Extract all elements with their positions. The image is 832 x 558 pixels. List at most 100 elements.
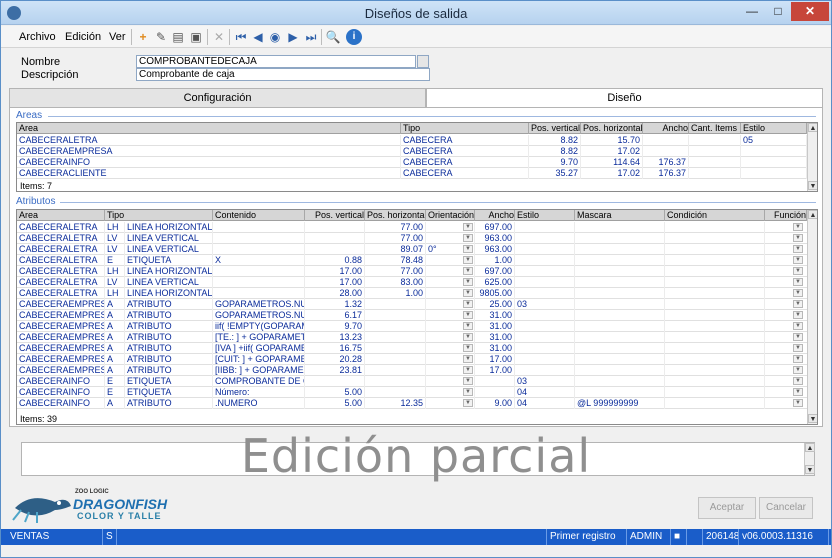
- grid-cell[interactable]: CABECERALETRA: [17, 288, 105, 299]
- table-row[interactable]: CABECERALETRA LH LINEA HORIZONTAL 77.00 697.…: [17, 222, 807, 233]
- grid-cell[interactable]: 1.00: [365, 288, 426, 299]
- grid-cell[interactable]: CABECERALETRA: [17, 222, 105, 233]
- column-header[interactable]: Orientación: [426, 210, 475, 221]
- grid-cell[interactable]: 77.00: [365, 233, 426, 244]
- edit-icon[interactable]: ✎: [153, 29, 169, 45]
- grid-cell[interactable]: 77.00: [365, 222, 426, 233]
- grid-cell[interactable]: [213, 222, 305, 233]
- grid-cell[interactable]: CABECERALETRA: [17, 244, 105, 255]
- scroll-down-icon[interactable]: ▼: [808, 414, 817, 423]
- dropdown-arrow-icon[interactable]: ▼: [793, 223, 803, 231]
- dropdown-arrow-icon[interactable]: ▼: [463, 300, 473, 308]
- column-header[interactable]: Pos. vertical: [305, 210, 365, 221]
- dropdown-arrow-icon[interactable]: ▼: [463, 388, 473, 396]
- grid-cell[interactable]: A: [105, 321, 125, 332]
- grid-cell[interactable]: 31.00: [475, 332, 515, 343]
- grid-cell[interactable]: [689, 157, 741, 168]
- grid-cell[interactable]: ATRIBUTO: [125, 354, 213, 365]
- dropdown-arrow-icon[interactable]: ▼: [463, 245, 473, 253]
- dropdown-arrow-icon[interactable]: ▼: [793, 388, 803, 396]
- menu-ver[interactable]: Ver: [109, 31, 126, 43]
- table-row[interactable]: CABECERALETRA LV LINEA VERTICAL 17.00 83.00 6…: [17, 277, 807, 288]
- grid-cell[interactable]: [213, 288, 305, 299]
- grid-cell[interactable]: A: [105, 354, 125, 365]
- grid-cell[interactable]: LINEA VERTICAL: [125, 277, 213, 288]
- grid-cell[interactable]: 9.70: [529, 157, 581, 168]
- dropdown-arrow-icon[interactable]: ▼: [793, 278, 803, 286]
- grid-cell[interactable]: CABECERAEMPRESA: [17, 332, 105, 343]
- dropdown-arrow-icon[interactable]: ▼: [793, 366, 803, 374]
- table-row[interactable]: CABECERAINFO A ATRIBUTO .NUMERO 5.00 12.35 9.0…: [17, 398, 807, 409]
- areas-grid[interactable]: Area Tipo Pos. vertical Pos. horizontal …: [16, 122, 818, 192]
- grid-cell[interactable]: 03: [515, 376, 575, 387]
- grid-cell[interactable]: CABECERA: [401, 135, 529, 146]
- tab-diseno[interactable]: Diseño: [426, 88, 823, 108]
- grid-cell[interactable]: 03: [515, 299, 575, 310]
- grid-cell[interactable]: [665, 321, 765, 332]
- areas-scrollbar[interactable]: ▲ ▼: [807, 123, 817, 191]
- grid-cell[interactable]: CABECERAEMPRESA: [17, 321, 105, 332]
- grid-cell[interactable]: 16.75: [305, 343, 365, 354]
- grid-cell[interactable]: [665, 376, 765, 387]
- grid-cell[interactable]: [365, 354, 426, 365]
- grid-cell[interactable]: 17.00: [475, 365, 515, 376]
- grid-cell[interactable]: [665, 266, 765, 277]
- grid-cell[interactable]: [741, 146, 807, 157]
- dropdown-arrow-icon[interactable]: ▼: [793, 344, 803, 352]
- grid-cell[interactable]: 697.00: [475, 266, 515, 277]
- table-row[interactable]: CABECERALETRA LH LINEA HORIZONTAL 28.00 1.00…: [17, 288, 807, 299]
- dropdown-arrow-icon[interactable]: ▼: [463, 289, 473, 297]
- grid-cell[interactable]: 83.00: [365, 277, 426, 288]
- column-header[interactable]: Tipo: [401, 123, 529, 134]
- grid-cell[interactable]: [665, 233, 765, 244]
- search-icon[interactable]: ◉: [267, 29, 283, 45]
- scroll-up-icon[interactable]: ▲: [808, 210, 817, 219]
- grid-cell[interactable]: GOPARAMETROS.NUCI: [213, 310, 305, 321]
- grid-cell[interactable]: [575, 387, 665, 398]
- grid-cell[interactable]: @L 999999999: [575, 398, 665, 409]
- grid-cell[interactable]: [515, 255, 575, 266]
- menu-edicion[interactable]: Edición: [65, 31, 101, 43]
- grid-cell[interactable]: 35.27: [529, 168, 581, 179]
- grid-cell[interactable]: LINEA VERTICAL: [125, 244, 213, 255]
- grid-cell[interactable]: 17.02: [581, 146, 643, 157]
- table-row[interactable]: CABECERALETRA LV LINEA VERTICAL 89.07 0° 963.…: [17, 244, 807, 255]
- grid-cell[interactable]: [741, 157, 807, 168]
- grid-cell[interactable]: 0.88: [305, 255, 365, 266]
- column-header[interactable]: Area: [17, 123, 401, 134]
- grid-cell[interactable]: 17.00: [305, 277, 365, 288]
- grid-cell[interactable]: [365, 387, 426, 398]
- table-row[interactable]: CABECERAINFO E ETIQUETA Número: 5.00 04 ▼ ▼: [17, 387, 807, 398]
- grid-cell[interactable]: 04: [515, 398, 575, 409]
- grid-cell[interactable]: 04: [515, 387, 575, 398]
- grid-cell[interactable]: [TE.: ] + GOPARAMETI: [213, 332, 305, 343]
- dropdown-arrow-icon[interactable]: ▼: [793, 399, 803, 407]
- grid-cell[interactable]: iif( !EMPTY(GOPARAME: [213, 321, 305, 332]
- grid-cell[interactable]: [515, 222, 575, 233]
- grid-cell[interactable]: [575, 288, 665, 299]
- grid-cell[interactable]: 15.70: [581, 135, 643, 146]
- grid-cell[interactable]: ATRIBUTO: [125, 343, 213, 354]
- grid-cell[interactable]: [665, 365, 765, 376]
- lookup-button[interactable]: [417, 55, 429, 68]
- grid-cell[interactable]: 1.00: [475, 255, 515, 266]
- grid-cell[interactable]: [665, 354, 765, 365]
- column-header[interactable]: Mascara: [575, 210, 665, 221]
- grid-cell[interactable]: [213, 266, 305, 277]
- dropdown-arrow-icon[interactable]: ▼: [463, 344, 473, 352]
- grid-cell[interactable]: [665, 222, 765, 233]
- menu-archivo[interactable]: Archivo: [19, 31, 56, 43]
- grid-cell[interactable]: [365, 343, 426, 354]
- grid-cell[interactable]: [643, 146, 689, 157]
- grid-cell[interactable]: X: [213, 255, 305, 266]
- grid-cell[interactable]: [575, 354, 665, 365]
- table-row[interactable]: CABECERAEMPRESAAATRIBUTOGOPARAMETROS.NUC…: [17, 310, 807, 321]
- grid-cell[interactable]: CABECERAEMPRESA: [17, 310, 105, 321]
- dropdown-arrow-icon[interactable]: ▼: [463, 355, 473, 363]
- column-header[interactable]: Estilo: [741, 123, 807, 134]
- grid-cell[interactable]: [575, 376, 665, 387]
- save-icon[interactable]: ▤: [170, 29, 186, 45]
- grid-cell[interactable]: ATRIBUTO: [125, 299, 213, 310]
- dropdown-arrow-icon[interactable]: ▼: [793, 355, 803, 363]
- grid-cell[interactable]: 625.00: [475, 277, 515, 288]
